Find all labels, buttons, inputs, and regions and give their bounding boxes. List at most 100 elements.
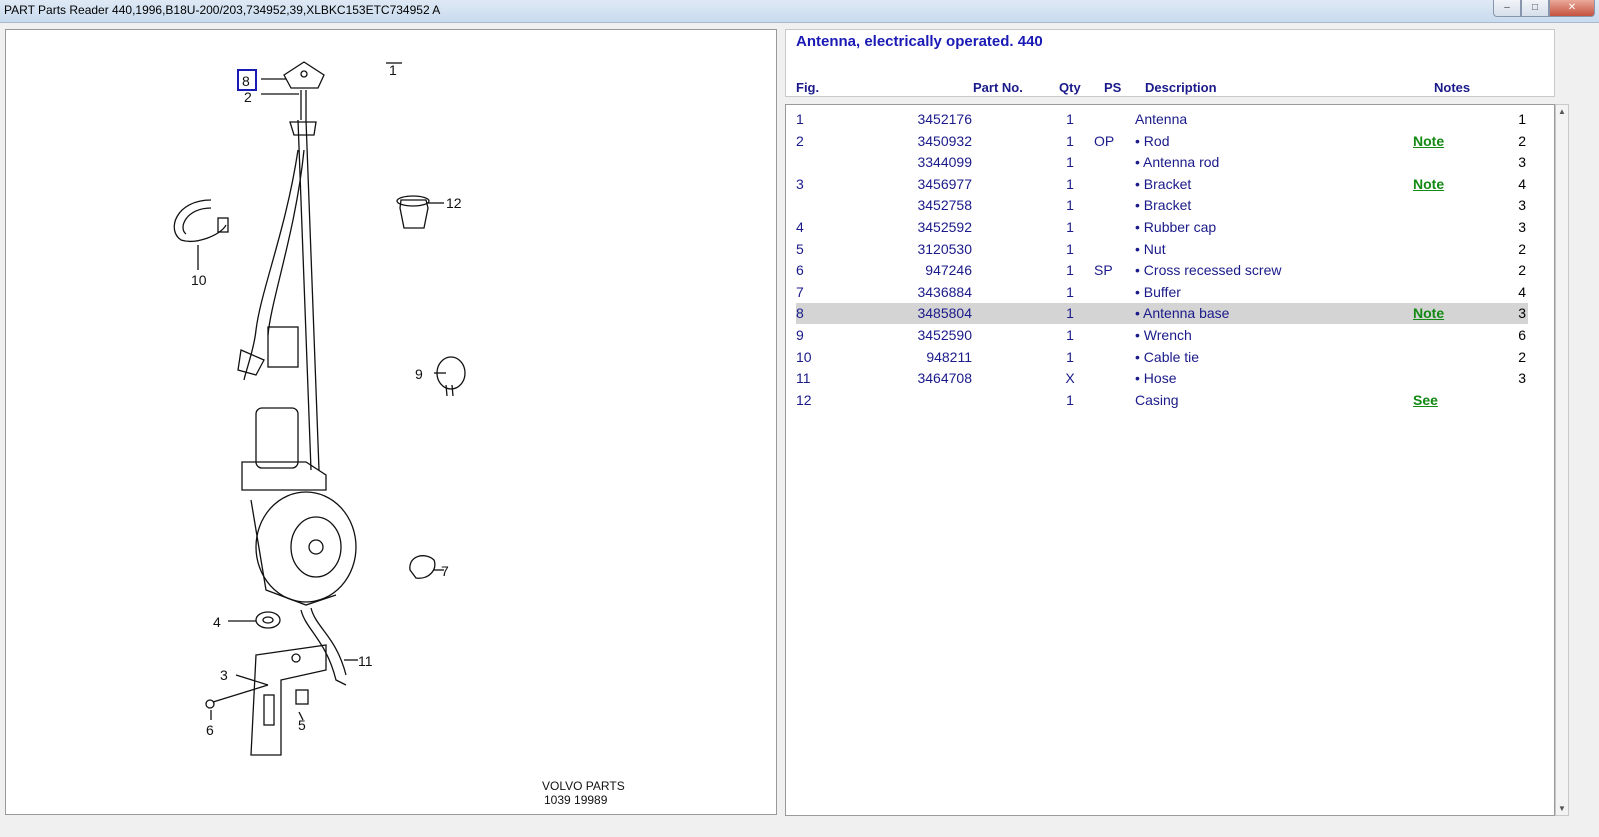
maximize-button[interactable]: □ xyxy=(1521,0,1549,17)
row-part-number: 3436884 xyxy=(917,283,972,300)
row-note-link[interactable]: Note xyxy=(1413,176,1444,192)
row-qty: 1 xyxy=(1066,175,1074,192)
row-fig: 12 xyxy=(796,391,812,408)
row-description: • Rubber cap xyxy=(1135,219,1217,235)
row-notes-count: 2 xyxy=(1518,262,1526,279)
row-fig: 1 xyxy=(796,111,804,127)
table-row[interactable]: 7 3436884 1 • Buffer 4 xyxy=(796,282,1528,303)
callout-10[interactable]: 10 xyxy=(191,272,207,288)
table-row[interactable]: 2 3450932 1 OP • Rod Note 2 xyxy=(796,131,1528,152)
col-header-desc[interactable]: Description xyxy=(1145,80,1217,95)
row-description: • Hose xyxy=(1135,370,1177,387)
row-fig: 10 xyxy=(796,348,812,365)
row-description: • Antenna rod xyxy=(1135,154,1220,171)
row-qty: 1 xyxy=(1066,132,1074,149)
row-notes-count: 3 xyxy=(1518,219,1526,235)
row-notes-count: 4 xyxy=(1518,283,1526,300)
row-note-link[interactable]: See xyxy=(1413,392,1438,408)
row-part-number: 3456977 xyxy=(917,175,972,192)
row-description: • Bracket xyxy=(1135,197,1192,214)
row-fig: 2 xyxy=(796,132,804,149)
callout-3[interactable]: 3 xyxy=(220,667,228,683)
row-qty: 1 xyxy=(1066,219,1074,235)
row-note-link[interactable]: Note xyxy=(1413,133,1444,149)
row-notes-count: 4 xyxy=(1518,175,1526,192)
table-row[interactable]: 10 948211 1 • Cable tie 2 xyxy=(796,347,1528,368)
table-row[interactable]: 3 3456977 1 • Bracket Note 4 xyxy=(796,174,1528,195)
callout-12[interactable]: 12 xyxy=(446,195,462,211)
exploded-parts-diagram[interactable]: 8 2 1 12 10 9 7 4 3 11 5 6 VOLVO PARTS 1… xyxy=(6,30,776,814)
table-row[interactable]: 9 3452590 1 • Wrench 6 xyxy=(796,325,1528,346)
callout-1[interactable]: 1 xyxy=(389,62,397,78)
row-qty: X xyxy=(1065,370,1075,387)
watermark-line2: 1039 19989 xyxy=(544,793,608,807)
row-note-link[interactable]: Note xyxy=(1413,305,1444,321)
row-description: • Antenna base xyxy=(1135,305,1230,322)
row-qty: 1 xyxy=(1066,305,1074,322)
row-ps: SP xyxy=(1094,262,1113,279)
table-row[interactable]: 8 3485804 1 • Antenna base Note 3 xyxy=(796,303,1528,325)
row-part-number: 3344099 xyxy=(917,154,972,171)
row-description: • Buffer xyxy=(1135,283,1181,300)
row-description: Casing xyxy=(1135,391,1179,408)
row-part-number: 3452176 xyxy=(917,111,972,127)
row-fig: 8 xyxy=(796,305,804,322)
callout-4[interactable]: 4 xyxy=(213,614,221,630)
table-row[interactable]: 12 1 Casing See xyxy=(796,390,1528,411)
row-fig: 4 xyxy=(796,219,804,235)
row-notes-count: 3 xyxy=(1518,305,1526,322)
row-notes-count: 2 xyxy=(1518,348,1526,365)
row-description: • Cable tie xyxy=(1135,348,1200,365)
diagram-pane[interactable]: 8 2 1 12 10 9 7 4 3 11 5 6 VOLVO PARTS 1… xyxy=(5,29,777,815)
table-row[interactable]: 4 3452592 1 • Rubber cap 3 xyxy=(796,217,1528,238)
col-header-qty[interactable]: Qty xyxy=(1059,80,1081,95)
row-description: • Wrench xyxy=(1135,327,1192,343)
row-qty: 1 xyxy=(1066,327,1074,343)
row-notes-count: 6 xyxy=(1518,327,1526,343)
table-row[interactable]: 3452758 1 • Bracket 3 xyxy=(796,195,1528,216)
row-qty: 1 xyxy=(1066,197,1074,214)
row-notes-count: 2 xyxy=(1518,132,1526,149)
row-part-number: 3452758 xyxy=(917,197,972,214)
row-qty: 1 xyxy=(1066,391,1074,408)
row-ps: OP xyxy=(1094,132,1115,149)
col-header-ps[interactable]: PS xyxy=(1104,80,1121,95)
scroll-down-icon[interactable]: ▼ xyxy=(1558,804,1566,813)
row-part-number: 3485804 xyxy=(917,305,972,322)
window-title: PART Parts Reader 440,1996,B18U-200/203,… xyxy=(4,3,441,17)
parts-list[interactable]: 1 3452176 1 Antenna 1 2 3450932 1 OP • Rod Note 2 33… xyxy=(785,104,1555,816)
minimize-button[interactable]: – xyxy=(1493,0,1521,17)
row-description: • Nut xyxy=(1135,240,1166,257)
row-qty: 1 xyxy=(1066,348,1074,365)
row-notes-count: 1 xyxy=(1518,111,1526,127)
row-part-number: 3450932 xyxy=(917,132,972,149)
callout-7[interactable]: 7 xyxy=(441,563,449,579)
parts-list-scrollbar[interactable]: ▲ ▼ xyxy=(1555,104,1569,816)
table-row[interactable]: 1 3452176 1 Antenna 1 xyxy=(796,109,1528,130)
scroll-up-icon[interactable]: ▲ xyxy=(1558,107,1566,116)
window-controls: – □ ✕ xyxy=(1493,0,1595,18)
callout-6[interactable]: 6 xyxy=(206,722,214,738)
callout-5[interactable]: 5 xyxy=(298,717,306,733)
table-row[interactable]: 3344099 1 • Antenna rod 3 xyxy=(796,152,1528,173)
callout-8[interactable]: 8 xyxy=(242,73,250,89)
row-part-number: 3452590 xyxy=(917,327,972,343)
row-notes-count: 3 xyxy=(1518,197,1526,214)
watermark-line1: VOLVO PARTS xyxy=(542,779,625,793)
row-part-number: 948211 xyxy=(926,348,972,365)
close-button[interactable]: ✕ xyxy=(1549,0,1595,17)
col-header-notes[interactable]: Notes xyxy=(1434,80,1470,95)
table-row[interactable]: 5 3120530 1 • Nut 2 xyxy=(796,239,1528,260)
callout-2[interactable]: 2 xyxy=(244,89,252,105)
antenna-base-shape xyxy=(283,61,325,89)
col-header-part[interactable]: Part No. xyxy=(973,80,1023,95)
table-row[interactable]: 11 3464708 X • Hose 3 xyxy=(796,368,1528,389)
callout-9[interactable]: 9 xyxy=(415,366,423,382)
col-header-fig[interactable]: Fig. xyxy=(796,80,819,95)
table-row[interactable]: 6 947246 1 SP • Cross recessed screw 2 xyxy=(796,260,1528,281)
row-description: • Cross recessed screw xyxy=(1135,262,1282,279)
row-part-number: 3464708 xyxy=(917,370,972,387)
row-qty: 1 xyxy=(1066,154,1074,171)
callout-11[interactable]: 11 xyxy=(358,653,373,669)
row-description: • Rod xyxy=(1135,132,1170,149)
